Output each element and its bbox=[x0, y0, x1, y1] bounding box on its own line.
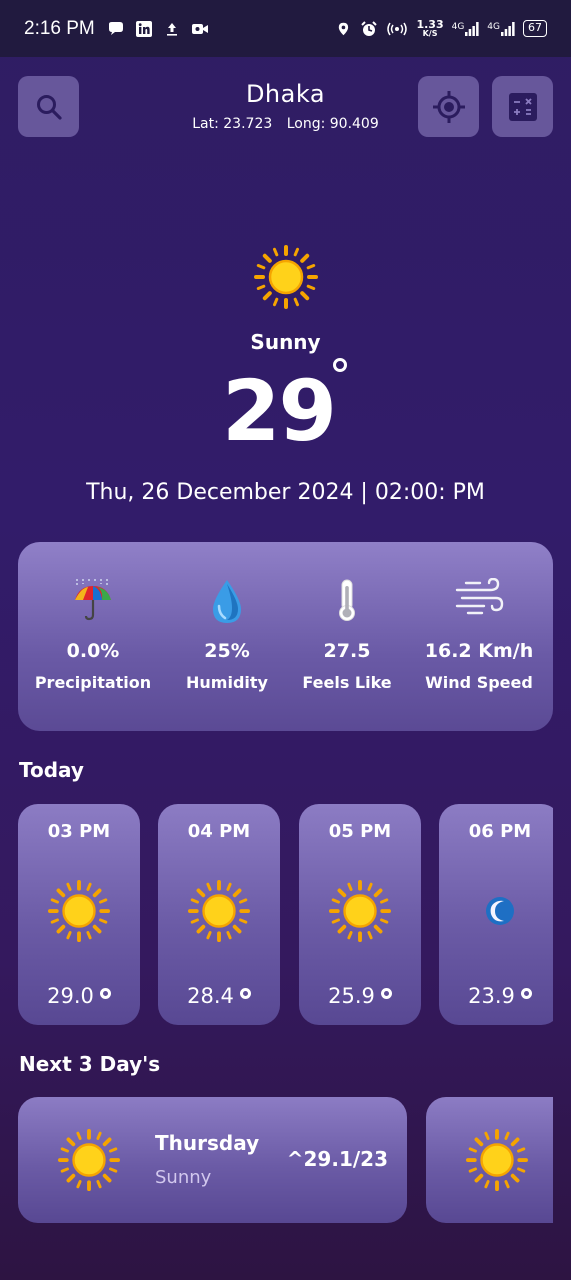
degree-symbol bbox=[380, 988, 392, 999]
sun-icon bbox=[188, 880, 250, 942]
hour-time: 05 PM bbox=[328, 821, 392, 842]
hour-temp-value: 25.9 bbox=[328, 984, 375, 1008]
hour-temp: 28.4 bbox=[158, 984, 280, 1008]
day-forecast-card[interactable] bbox=[426, 1097, 553, 1223]
moon-icon bbox=[486, 897, 514, 925]
hour-time: 03 PM bbox=[47, 821, 111, 842]
hour-temp: 25.9 bbox=[299, 984, 421, 1008]
sun-icon bbox=[329, 880, 391, 942]
hourly-forecast-list[interactable]: 03 PM 29.0 04 PM 28.4 05 PM 25.9 06 PM 2… bbox=[0, 0, 553, 1280]
day-temp-range: ^29.1/23 bbox=[286, 1147, 388, 1171]
day-forecast-card[interactable]: Thursday Sunny ^29.1/23 bbox=[18, 1097, 407, 1223]
hour-time: 06 PM bbox=[468, 821, 532, 842]
hour-card[interactable]: 04 PM 28.4 bbox=[158, 804, 280, 1025]
hour-temp-value: 28.4 bbox=[187, 984, 234, 1008]
hour-card[interactable]: 03 PM 29.0 bbox=[18, 804, 140, 1025]
sun-icon bbox=[48, 880, 110, 942]
degree-symbol bbox=[99, 988, 111, 999]
hour-temp-value: 29.0 bbox=[47, 984, 94, 1008]
hour-card[interactable]: 06 PM 23.9 bbox=[439, 804, 553, 1025]
degree-symbol bbox=[520, 988, 532, 999]
next-days-section-title: Next 3 Day's bbox=[19, 1052, 161, 1076]
sun-icon bbox=[466, 1129, 528, 1191]
sun-icon bbox=[58, 1129, 120, 1191]
day-condition: Sunny bbox=[155, 1167, 212, 1188]
hour-card[interactable]: 05 PM 25.9 bbox=[299, 804, 421, 1025]
hour-time: 04 PM bbox=[187, 821, 251, 842]
hour-temp: 23.9 bbox=[439, 984, 553, 1008]
day-name: Thursday bbox=[155, 1131, 260, 1155]
hour-temp-value: 23.9 bbox=[468, 984, 515, 1008]
hour-temp: 29.0 bbox=[18, 984, 140, 1008]
degree-symbol bbox=[239, 988, 251, 999]
